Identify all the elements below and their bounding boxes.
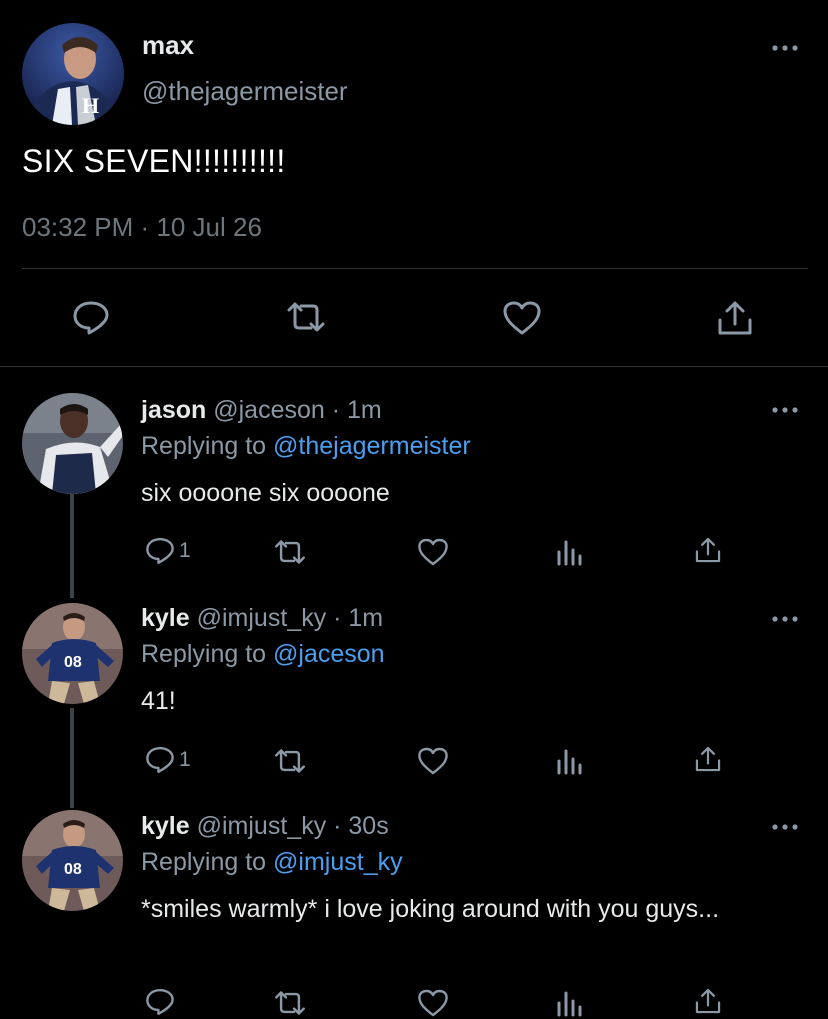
more-icon[interactable] <box>772 406 798 414</box>
reply-text: six oooone six oooone <box>141 479 390 507</box>
share-icon <box>716 300 754 336</box>
heart-icon <box>417 988 449 1018</box>
avatar[interactable]: H <box>22 23 124 125</box>
author-name[interactable]: max <box>142 30 194 61</box>
retweet-button[interactable] <box>273 989 307 1017</box>
retweet-icon <box>273 538 307 566</box>
reply-button[interactable] <box>145 987 175 1017</box>
replying-to: Replying to @jaceson <box>141 640 385 669</box>
reply-text: 41! <box>141 687 176 715</box>
reply-icon <box>145 536 175 566</box>
avatar[interactable]: 08 <box>22 603 123 704</box>
replying-to: Replying to @thejagermeister <box>141 432 471 461</box>
replying-to-prefix: Replying to <box>141 848 274 876</box>
replying-to-prefix: Replying to <box>141 432 274 460</box>
divider <box>22 268 808 269</box>
share-button[interactable] <box>694 536 722 564</box>
author-meta: @jaceson · 1m <box>213 396 382 424</box>
mention-link[interactable]: @thejagermeister <box>273 432 471 460</box>
author-handle[interactable]: @thejagermeister <box>142 76 348 107</box>
thread-line <box>70 708 74 808</box>
like-button[interactable] <box>417 988 449 1018</box>
share-button[interactable] <box>716 300 754 336</box>
reply-icon <box>145 987 175 1017</box>
more-icon[interactable] <box>772 823 798 831</box>
avatar[interactable] <box>22 393 123 494</box>
tweet-text: SIX SEVEN!!!!!!!!!! <box>22 143 286 179</box>
author-meta: @imjust_ky · 1m <box>196 604 384 632</box>
reply-button[interactable] <box>72 300 110 336</box>
author-name[interactable]: kyle <box>141 812 190 840</box>
author-name[interactable]: jason <box>141 396 206 424</box>
mention-link[interactable]: @jaceson <box>273 640 385 668</box>
share-icon <box>694 745 722 773</box>
views-button[interactable] <box>556 989 582 1017</box>
avatar[interactable]: 08 <box>22 810 123 911</box>
retweet-icon <box>273 747 307 775</box>
thread-line <box>70 490 74 598</box>
more-icon[interactable] <box>772 615 798 623</box>
like-button[interactable] <box>502 300 542 336</box>
tweet-thread: H max @thejagermeister SIX SEVEN!!!!!!!!… <box>0 0 828 1019</box>
reply-icon <box>145 745 175 775</box>
avatar-jersey-letter: H <box>82 93 99 118</box>
svg-text:08: 08 <box>64 861 82 878</box>
mention-link[interactable]: @imjust_ky <box>273 848 403 876</box>
views-icon <box>556 747 582 775</box>
reply-count: 1 <box>179 748 191 771</box>
svg-text:08: 08 <box>64 654 82 671</box>
views-icon <box>556 538 582 566</box>
like-button[interactable] <box>417 746 449 776</box>
reply-button[interactable]: 1 <box>145 536 191 566</box>
author-meta: @imjust_ky · 30s <box>196 812 389 840</box>
more-icon[interactable] <box>772 44 798 52</box>
retweet-button[interactable] <box>273 747 307 775</box>
author-name[interactable]: kyle <box>141 604 190 632</box>
replying-to-prefix: Replying to <box>141 640 274 668</box>
share-button[interactable] <box>694 745 722 773</box>
heart-icon <box>417 746 449 776</box>
like-button[interactable] <box>417 537 449 567</box>
views-button[interactable] <box>556 538 582 566</box>
reply-button[interactable]: 1 <box>145 745 191 775</box>
reply-text: *smiles warmly* i love joking around wit… <box>141 895 720 923</box>
share-icon <box>694 536 722 564</box>
heart-icon <box>417 537 449 567</box>
share-button[interactable] <box>694 987 722 1015</box>
replying-to: Replying to @imjust_ky <box>141 848 403 877</box>
divider <box>0 366 828 367</box>
retweet-button[interactable] <box>285 300 327 334</box>
retweet-icon <box>285 300 327 334</box>
reply-count: 1 <box>179 539 191 562</box>
views-icon <box>556 989 582 1017</box>
retweet-icon <box>273 989 307 1017</box>
views-button[interactable] <box>556 747 582 775</box>
share-icon <box>694 987 722 1015</box>
heart-icon <box>502 300 542 336</box>
reply-icon <box>72 300 110 336</box>
tweet-timestamp[interactable]: 03:32 PM · 10 Jul 26 <box>22 212 262 243</box>
retweet-button[interactable] <box>273 538 307 566</box>
